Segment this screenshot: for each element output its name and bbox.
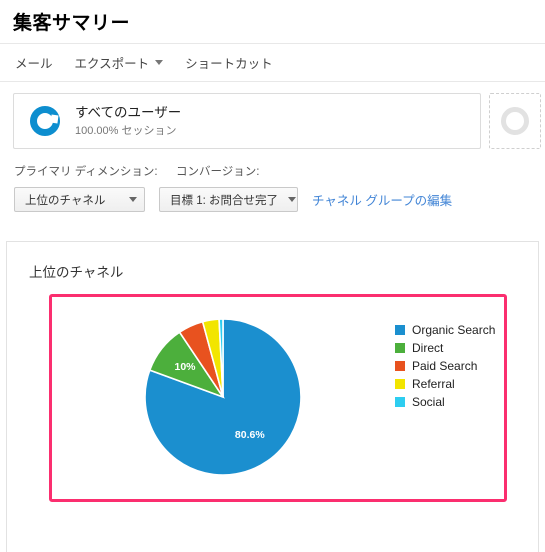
legend-swatch-icon	[395, 379, 405, 389]
conversion-select[interactable]: 目標 1: お問合せ完了	[159, 187, 298, 212]
toolbar-item-label: ショートカット	[185, 57, 273, 71]
page-title: 集客サマリー	[13, 13, 131, 34]
dimension-selects: 上位のチャネル 目標 1: お問合せ完了 チャネル グループの編集	[14, 187, 545, 212]
conversion-label: コンバージョン:	[176, 166, 260, 178]
toolbar-item-label: メール	[15, 57, 53, 71]
primary-dimension-select[interactable]: 上位のチャネル	[14, 187, 145, 212]
legend-label: Referral	[412, 377, 455, 391]
chevron-down-icon	[287, 197, 296, 202]
segment-row: すべてのユーザー 100.00% セッション	[0, 82, 545, 149]
pie-slice-label: 80.6%	[235, 429, 265, 441]
chevron-down-icon	[129, 197, 137, 202]
primary-dimension-value: 上位のチャネル	[25, 194, 106, 207]
report-toolbar: メール エクスポート ショートカット	[0, 44, 545, 82]
primary-dimension-label: プライマリ ディメンション:	[14, 166, 158, 178]
pie-chart-highlight-region: 80.6% 10% Organic Search Direct Paid Search…	[49, 294, 507, 502]
legend-item[interactable]: Organic Search	[395, 321, 495, 339]
segment-sessions-percent: 100.00% セッション	[75, 124, 177, 137]
legend-label: Organic Search	[412, 323, 496, 337]
legend-item[interactable]: Direct	[395, 339, 495, 357]
conversion-value: 目標 1: お問合せ完了	[170, 194, 278, 207]
top-channels-card: 上位のチャネル 80.6% 10% Organic Search Direct Pai…	[6, 241, 539, 552]
segment-texts: すべてのユーザー 100.00% セッション	[75, 104, 181, 138]
edit-channel-grouping-link[interactable]: チャネル グループの編集	[312, 190, 452, 209]
legend-item[interactable]: Paid Search	[395, 357, 495, 375]
pie-chart-legend: Organic Search Direct Paid Search Referral S…	[395, 321, 495, 411]
pie-chart[interactable]: 80.6% 10%	[144, 318, 302, 476]
add-segment-donut-icon	[501, 107, 529, 135]
legend-item[interactable]: Referral	[395, 375, 495, 393]
dimension-labels: プライマリ ディメンション: コンバージョン:	[14, 163, 545, 179]
segment-name: すべてのユーザー	[75, 104, 182, 120]
legend-label: Direct	[412, 341, 444, 355]
pie-slices	[144, 318, 302, 476]
legend-swatch-icon	[395, 325, 405, 335]
toolbar-item-label: エクスポート	[74, 57, 150, 71]
toolbar-item-export[interactable]: エクスポート	[75, 53, 164, 72]
chevron-down-icon	[155, 60, 164, 65]
legend-swatch-icon	[395, 343, 405, 353]
legend-swatch-icon	[395, 361, 405, 371]
legend-label: Paid Search	[412, 359, 478, 373]
legend-item[interactable]: Social	[395, 393, 495, 411]
dimension-controls: プライマリ ディメンション: コンバージョン: 上位のチャネル 目標 1: お問…	[0, 149, 545, 212]
pie-chart-svg: 80.6% 10%	[144, 318, 302, 476]
pie-slice-label: 10%	[174, 361, 196, 373]
toolbar-item-email[interactable]: メール	[15, 53, 53, 72]
legend-swatch-icon	[395, 397, 405, 407]
legend-label: Social	[412, 395, 445, 409]
segment-donut-icon	[30, 106, 60, 136]
chart-card-title: 上位のチャネル	[29, 265, 124, 280]
page-header: 集客サマリー	[0, 0, 545, 44]
add-segment-card[interactable]	[489, 93, 541, 149]
segment-card-all-users[interactable]: すべてのユーザー 100.00% セッション	[13, 93, 481, 149]
toolbar-item-shortcut[interactable]: ショートカット	[185, 53, 273, 72]
